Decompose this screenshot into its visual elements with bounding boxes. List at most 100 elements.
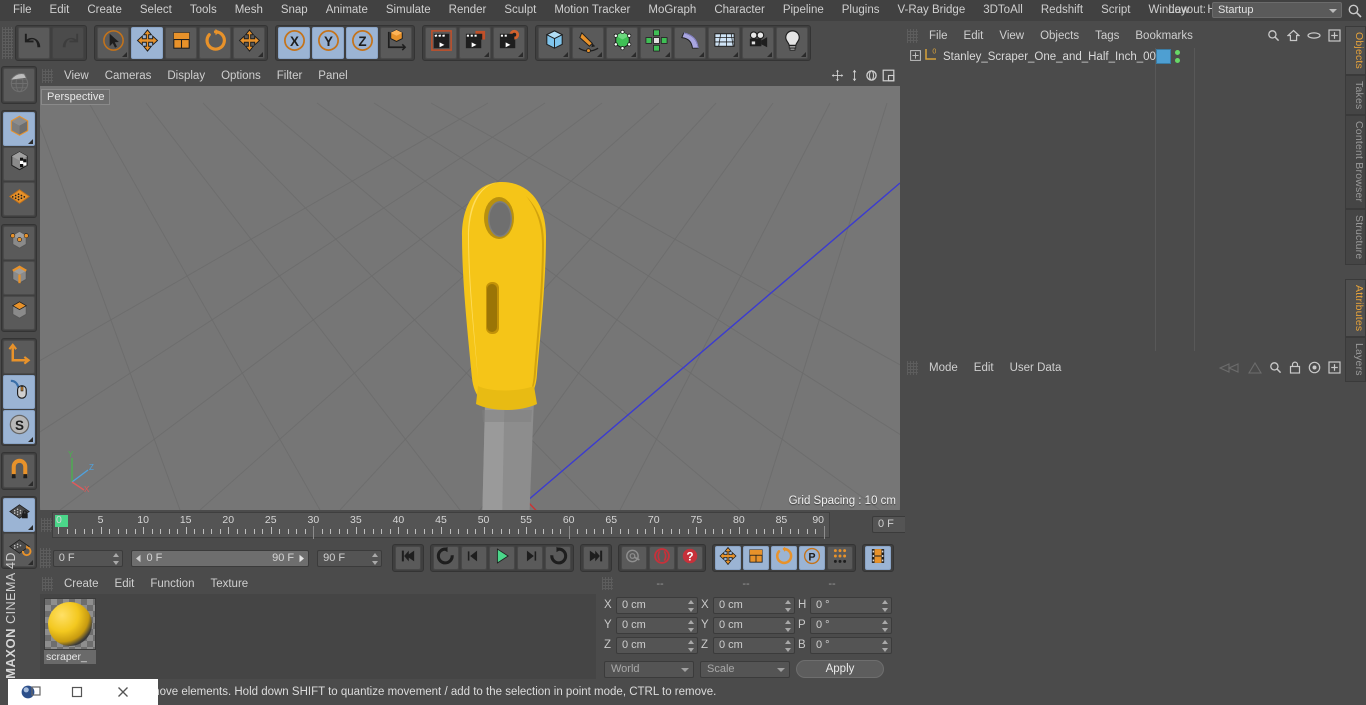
viewport-menu-cameras[interactable]: Cameras	[97, 66, 160, 86]
popup-corner-icon[interactable]	[563, 51, 568, 57]
menu-sculpt[interactable]: Sculpt	[495, 0, 545, 21]
viewport-menu-display[interactable]: Display	[159, 66, 213, 86]
go-to-end-button[interactable]	[583, 546, 609, 570]
rotation-h-field[interactable]: 0 °	[810, 596, 892, 614]
add-light-button[interactable]	[776, 26, 808, 59]
transport-grip[interactable]	[40, 548, 51, 568]
viewport-menu-filter[interactable]: Filter	[269, 66, 311, 86]
world-object-coordinates-button[interactable]	[380, 26, 412, 59]
target-icon[interactable]	[1308, 361, 1321, 379]
rotation-key-button[interactable]	[771, 546, 797, 570]
scale-key-button[interactable]	[743, 546, 769, 570]
object-menu-objects[interactable]: Objects	[1032, 26, 1087, 46]
spinner-icon[interactable]	[687, 639, 694, 652]
menu-simulate[interactable]: Simulate	[377, 0, 440, 21]
size-x-field[interactable]: 0 cm	[713, 596, 795, 614]
max-frame-field[interactable]: 90 F	[317, 549, 382, 567]
texture-mode-button[interactable]	[3, 147, 35, 181]
coordinate-system-dropdown[interactable]: World	[604, 660, 694, 678]
spinner-icon[interactable]	[112, 552, 119, 565]
orbit-icon[interactable]	[864, 68, 879, 83]
enable-axis-button[interactable]	[3, 340, 35, 374]
material-chip[interactable]: scraper_	[44, 598, 96, 664]
menu-render[interactable]: Render	[440, 0, 496, 21]
app-icon[interactable]	[8, 679, 54, 705]
menu-select[interactable]: Select	[131, 0, 181, 21]
viewport-canvas[interactable]	[40, 86, 900, 510]
popup-corner-icon[interactable]	[665, 51, 670, 57]
spinner-icon[interactable]	[881, 639, 888, 652]
spinner-icon[interactable]	[881, 619, 888, 632]
render-view-button[interactable]	[425, 26, 457, 59]
lock-y-axis-button[interactable]: Y	[312, 26, 344, 59]
menu-script[interactable]: Script	[1092, 0, 1139, 21]
attribute-manager-grip[interactable]	[907, 361, 918, 375]
position-key-button[interactable]	[715, 546, 741, 570]
search-icon[interactable]	[1267, 29, 1280, 47]
add-mograph-button[interactable]	[640, 26, 672, 59]
material-menu-function[interactable]: Function	[142, 574, 202, 594]
material-menu-texture[interactable]: Texture	[202, 574, 256, 594]
size-z-field[interactable]: 0 cm	[713, 636, 795, 654]
dock-tab-objects[interactable]: Objects	[1345, 26, 1366, 75]
object-menu-view[interactable]: View	[991, 26, 1032, 46]
keyframe-selection-button[interactable]: ?	[677, 546, 703, 570]
layout-dropdown[interactable]: Startup	[1212, 2, 1342, 18]
popup-corner-icon[interactable]	[631, 51, 636, 57]
preview-range-bar[interactable]: 0 F 90 F	[131, 549, 310, 567]
menu-tools[interactable]: Tools	[181, 0, 226, 21]
play-forwards-button[interactable]	[545, 546, 571, 570]
history-back-icon[interactable]	[1218, 361, 1241, 379]
material-menu-create[interactable]: Create	[56, 574, 107, 594]
popup-corner-icon[interactable]	[28, 481, 33, 486]
dock-tab-structure[interactable]: Structure	[1345, 208, 1366, 266]
home-icon[interactable]	[1286, 29, 1301, 47]
add-camera-button[interactable]	[742, 26, 774, 59]
point-level-animation-button[interactable]	[827, 546, 853, 570]
menu-pipeline[interactable]: Pipeline	[774, 0, 833, 21]
autokeying-button[interactable]	[649, 546, 675, 570]
popup-corner-icon[interactable]	[801, 51, 806, 57]
play-button[interactable]	[489, 546, 515, 570]
popup-corner-icon[interactable]	[28, 525, 33, 530]
position-z-field[interactable]: 0 cm	[616, 636, 698, 654]
maximize-viewport-icon[interactable]	[881, 68, 896, 83]
move-duplicate-tool[interactable]	[233, 26, 265, 59]
restore-icon[interactable]	[54, 679, 100, 705]
lock-z-axis-button[interactable]: Z	[346, 26, 378, 59]
spinner-icon[interactable]	[881, 599, 888, 612]
coordinates-grip[interactable]	[602, 577, 613, 590]
popup-corner-icon[interactable]	[122, 51, 127, 57]
redo-button[interactable]	[52, 26, 84, 59]
viewport-menu-options[interactable]: Options	[213, 66, 269, 86]
position-x-field[interactable]: 0 cm	[616, 596, 698, 614]
add-spline-button[interactable]	[572, 26, 604, 59]
dock-tab-attributes[interactable]: Attributes	[1345, 279, 1366, 338]
menu-plugins[interactable]: Plugins	[833, 0, 889, 21]
add-deformer-button[interactable]	[674, 26, 706, 59]
render-settings-button[interactable]	[493, 26, 525, 59]
material-tag-icon[interactable]	[1156, 49, 1171, 64]
points-mode-button[interactable]	[3, 226, 35, 260]
object-menu-bookmarks[interactable]: Bookmarks	[1127, 26, 1201, 46]
previous-frame-button[interactable]	[461, 546, 487, 570]
attribute-menu-mode[interactable]: Mode	[921, 358, 966, 378]
menu-mesh[interactable]: Mesh	[226, 0, 272, 21]
menu-animate[interactable]: Animate	[317, 0, 377, 21]
spinner-icon[interactable]	[784, 639, 791, 652]
toolbar-grip[interactable]	[2, 26, 13, 59]
play-backwards-button[interactable]	[433, 546, 459, 570]
add-generator-button[interactable]	[606, 26, 638, 59]
add-scene-object-button[interactable]	[708, 26, 740, 59]
go-to-start-button[interactable]	[395, 546, 421, 570]
rotation-p-field[interactable]: 0 °	[810, 616, 892, 634]
record-active-objects-button[interactable]	[621, 546, 647, 570]
scale-tool[interactable]	[165, 26, 197, 59]
viewport-menu-grip[interactable]	[42, 69, 53, 83]
spinner-icon[interactable]	[687, 619, 694, 632]
popup-corner-icon[interactable]	[767, 51, 772, 57]
popup-corner-icon[interactable]	[28, 437, 33, 442]
rotate-tool[interactable]	[199, 26, 231, 59]
uv-mesh-mode-button[interactable]	[3, 182, 35, 216]
spinner-icon[interactable]	[687, 599, 694, 612]
